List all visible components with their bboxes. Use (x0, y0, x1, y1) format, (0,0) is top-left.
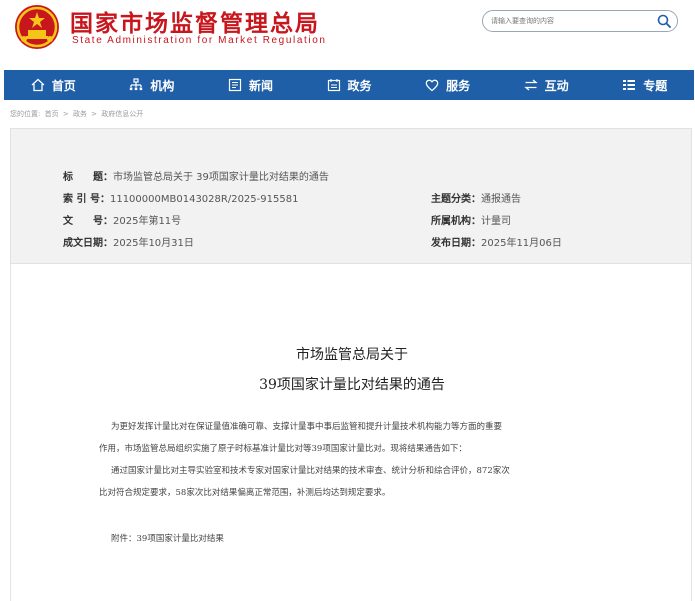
info-index-label: 索 引 号： (63, 194, 110, 205)
national-emblem-icon[interactable] (14, 4, 60, 50)
info-agency-row: 所属机构：计量司 (431, 212, 511, 227)
document-title-line1: 市场监管总局关于 (296, 347, 408, 363)
breadcrumb-separator: > (62, 110, 69, 118)
paragraph-2-line-2: 比对符合规定要求，58家次比对结果偏离正常范围，补测后均达到规定要求。 (99, 488, 391, 498)
nav-item-interact[interactable]: 互动 (497, 70, 596, 100)
nav-label: 政务 (347, 78, 372, 93)
info-created-label: 成文日期： (63, 238, 113, 249)
info-title-row: 标 题：市场监管总局关于 39项国家计量比对结果的通告 (63, 168, 329, 183)
paragraph-1-line-2: 作用，市场监管总局组织实施了原子时标基准计量比对等39项国家计量比对。现将结果通… (99, 444, 467, 454)
info-agency-label: 所属机构： (431, 216, 481, 227)
exchange-icon (523, 79, 538, 91)
nav-item-org[interactable]: 机构 (103, 70, 202, 100)
breadcrumb-separator: > (91, 110, 98, 118)
home-icon (31, 78, 45, 92)
info-docno-value: 2025年第11号 (113, 216, 182, 227)
breadcrumb-prefix: 您的位置: (10, 110, 41, 118)
info-category-value[interactable]: 通报通告 (481, 194, 521, 205)
info-title-label: 标 题： (63, 172, 113, 183)
info-agency-value: 计量司 (481, 216, 511, 227)
nav-item-topic[interactable]: 专题 (595, 70, 694, 100)
search-icon[interactable] (657, 14, 671, 28)
info-category-row: 主题分类：通报通告 (431, 190, 521, 205)
nav-item-service[interactable]: 服务 (398, 70, 497, 100)
document-content: 市场监管总局关于 39项国家计量比对结果的通告 为更好发挥计量比对在保证量值准确… (10, 264, 692, 601)
info-title-value: 市场监管总局关于 39项国家计量比对结果的通告 (113, 172, 329, 183)
topic-icon (623, 80, 636, 90)
breadcrumb: 您的位置: 首页 > 政务 > 政府信息公开 (10, 109, 145, 119)
heart-icon (425, 79, 439, 92)
search-box (482, 10, 678, 32)
breadcrumb-item-home[interactable]: 首页 (45, 110, 59, 118)
nav-item-affairs[interactable]: 政务 (300, 70, 399, 100)
attachment-link[interactable]: 附件：39项国家计量比对结果 (111, 528, 645, 550)
document-title-line2: 39项国家计量比对结果的通告 (259, 377, 445, 393)
news-icon (228, 78, 242, 92)
search-input[interactable] (491, 13, 651, 29)
info-index-value: 11100000MB0143028R/2025-915581 (109, 194, 299, 205)
nav-label: 专题 (643, 78, 668, 93)
nav-label: 首页 (51, 78, 76, 93)
info-category-label: 主题分类： (431, 194, 481, 205)
site-header: 国家市场监督管理总局 State Administration for Mark… (0, 0, 695, 68)
info-published-label: 发布日期： (431, 238, 481, 249)
info-created-row: 成文日期：2025年10月31日 (63, 234, 194, 249)
info-docno-row: 文 号：2025年第11号 (63, 212, 181, 227)
paragraph-1-line-1: 为更好发挥计量比对在保证量值准确可靠、支撑计量事中事后监管和提升计量技术机构能力… (111, 422, 503, 432)
nav-label: 服务 (446, 78, 471, 93)
info-docno-label: 文 号： (63, 216, 113, 227)
nav-label: 互动 (544, 78, 569, 93)
site-title[interactable]: 国家市场监督管理总局 (70, 4, 320, 38)
nav-item-news[interactable]: 新闻 (201, 70, 300, 100)
paragraph-2-line-1: 通过国家计量比对主导实验室和技术专家对国家计量比对结果的技术审查、统计分析和综合… (111, 466, 510, 476)
info-published-row: 发布日期：2025年11月06日 (431, 234, 562, 249)
nav-item-home[interactable]: 首页 (4, 70, 103, 100)
info-index-row: 索 引 号：11100000MB0143028R/2025-915581 (63, 190, 298, 205)
breadcrumb-item-disclosure[interactable]: 政府信息公开 (101, 110, 143, 118)
org-icon (130, 78, 143, 91)
info-created-value: 2025年10月31日 (113, 238, 194, 249)
site-subtitle: State Administration for Market Regulati… (72, 35, 327, 46)
main-nav: 首页 机构 新闻 政务 服务 互动 专题 (4, 70, 694, 100)
breadcrumb-item-affairs[interactable]: 政务 (73, 110, 87, 118)
nav-label: 新闻 (248, 78, 273, 93)
info-published-value: 2025年11月06日 (481, 238, 562, 249)
affairs-icon (327, 79, 340, 92)
nav-label: 机构 (150, 78, 175, 93)
document-info-panel: 标 题：市场监管总局关于 39项国家计量比对结果的通告 索 引 号：111000… (10, 128, 692, 264)
